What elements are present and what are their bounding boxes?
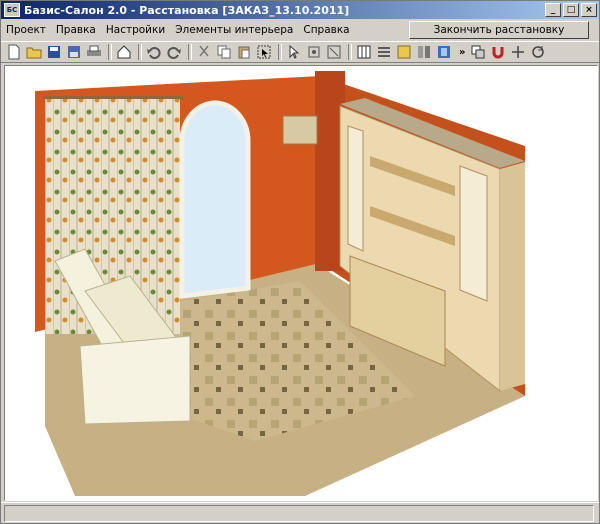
redo-icon[interactable]: [165, 43, 183, 61]
window: [179, 100, 251, 299]
wardrobe-icon[interactable]: [435, 43, 453, 61]
cut-icon[interactable]: [195, 43, 213, 61]
toolbar: »: [1, 41, 599, 63]
toolbar-separator: [348, 44, 352, 60]
window-title: Базис-Салон 2.0 - Расстановка [ЗАКАЗ_13.…: [24, 3, 350, 17]
paste-icon[interactable]: [235, 43, 253, 61]
open-folder-icon[interactable]: [25, 43, 43, 61]
toolbar-separator: [278, 44, 282, 60]
print-icon[interactable]: [85, 43, 103, 61]
maximize-button[interactable]: □: [563, 3, 579, 17]
save-icon[interactable]: [45, 43, 63, 61]
save-as-icon[interactable]: [65, 43, 83, 61]
move-icon[interactable]: [509, 43, 527, 61]
menu-settings[interactable]: Настройки: [101, 24, 170, 36]
list-icon[interactable]: [375, 43, 393, 61]
menu-interior-elements[interactable]: Элементы интерьера: [170, 24, 298, 36]
sofa-arm: [79, 335, 191, 425]
undo-icon[interactable]: [145, 43, 163, 61]
new-document-icon[interactable]: [5, 43, 23, 61]
wall-unit-side: [500, 162, 525, 391]
select-icon[interactable]: [255, 43, 273, 61]
close-button[interactable]: ×: [581, 3, 597, 17]
wall-unit-glass-left: [347, 125, 364, 252]
menu-project[interactable]: Проект: [1, 24, 51, 36]
app-window: БС Базис-Салон 2.0 - Расстановка [ЗАКАЗ_…: [0, 0, 600, 524]
menu-edit[interactable]: Правка: [51, 24, 101, 36]
wall-picture: [282, 115, 318, 145]
frame-select-icon[interactable]: [305, 43, 323, 61]
title-bar: БС Базис-Салон 2.0 - Расстановка [ЗАКАЗ_…: [1, 1, 599, 19]
toolbar-separator: [138, 44, 142, 60]
grid-icon[interactable]: [355, 43, 373, 61]
rotate-icon[interactable]: [529, 43, 547, 61]
fit-icon[interactable]: [325, 43, 343, 61]
toolbar-overflow-icon[interactable]: »: [459, 47, 465, 58]
status-pane: [4, 504, 594, 522]
toolbar-separator: [108, 44, 112, 60]
magnet-icon[interactable]: [489, 43, 507, 61]
menu-help[interactable]: Справка: [298, 24, 354, 36]
minimize-button[interactable]: _: [545, 3, 561, 17]
home-icon[interactable]: [115, 43, 133, 61]
toolbar-separator: [188, 44, 192, 60]
catalog-icon[interactable]: [395, 43, 413, 61]
wall-unit-glass-right: [459, 165, 488, 302]
room-scene: [35, 71, 525, 496]
copy-object-icon[interactable]: [469, 43, 487, 61]
doors-icon[interactable]: [415, 43, 433, 61]
status-bar: [1, 502, 599, 523]
pointer-icon[interactable]: [285, 43, 303, 61]
copy-icon[interactable]: [215, 43, 233, 61]
finish-arrangement-button[interactable]: Закончить расстановку: [409, 21, 589, 39]
app-icon: БС: [4, 3, 20, 17]
3d-viewport[interactable]: [4, 65, 598, 501]
